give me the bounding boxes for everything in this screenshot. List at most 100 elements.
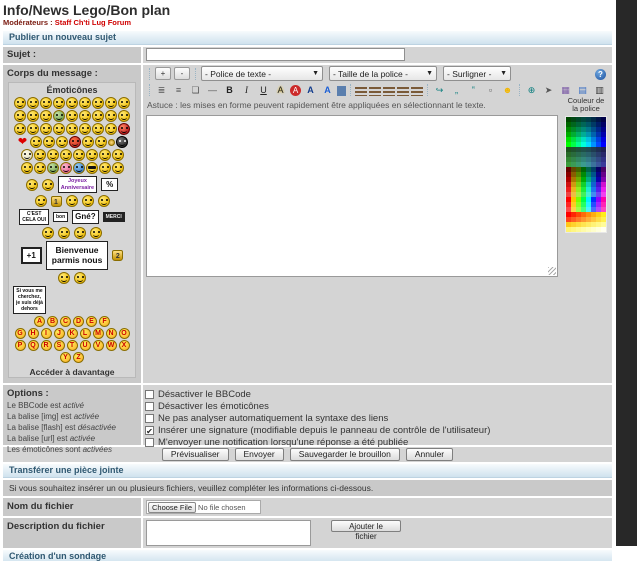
smiley-emoticon[interactable] — [27, 97, 39, 109]
pink-emoticon[interactable] — [60, 162, 72, 174]
code-icon[interactable]: „ — [449, 83, 464, 97]
option-checkbox[interactable]: ✔ — [145, 426, 154, 435]
sign-emoticon[interactable]: Joyeux Anniversaire — [58, 176, 97, 193]
quote-icon[interactable]: ↪ — [432, 83, 447, 97]
angry-emoticon[interactable] — [118, 123, 130, 135]
emoticon-icon[interactable]: ☻ — [500, 83, 515, 97]
option-checkbox[interactable] — [145, 414, 154, 423]
smiley-emoticon[interactable] — [58, 227, 70, 239]
highlight-select[interactable]: - Surligner -▼ — [443, 66, 511, 81]
moderators-link[interactable]: Staff Ch'ti Lug Forum — [55, 18, 131, 27]
letter-emoticon[interactable]: H — [28, 328, 39, 339]
smiley-emoticon[interactable] — [40, 110, 52, 122]
sign-emoticon[interactable]: Gné? — [72, 210, 98, 224]
highlight-block-icon[interactable] — [337, 86, 346, 96]
letter-emoticon[interactable]: X — [119, 340, 130, 351]
smiley-emoticon[interactable] — [118, 97, 130, 109]
paste-icon[interactable]: ❏ — [188, 83, 203, 97]
letter-emoticon[interactable]: E — [86, 316, 97, 327]
smiley-emoticon[interactable] — [92, 97, 104, 109]
font-size-increase-button[interactable]: + — [155, 67, 171, 80]
palette-color-cell[interactable] — [601, 227, 606, 232]
letter-emoticon[interactable]: C — [60, 316, 71, 327]
font-style-icon[interactable]: A — [320, 83, 335, 97]
font-size-decrease-button[interactable]: - — [174, 67, 190, 80]
smiley-emoticon[interactable] — [112, 162, 124, 174]
smiley-emoticon[interactable] — [86, 149, 98, 161]
smiley-emoticon[interactable] — [92, 123, 104, 135]
sign-emoticon[interactable]: MERCI — [103, 212, 125, 222]
smiley-emoticon[interactable] — [105, 110, 117, 122]
green-emoticon[interactable] — [47, 162, 59, 174]
heart-emoticon[interactable]: ❤ — [17, 136, 29, 148]
option-checkbox[interactable] — [145, 438, 154, 447]
file-description-textarea[interactable] — [146, 520, 311, 546]
smiley-emoticon[interactable] — [40, 97, 52, 109]
letter-emoticon[interactable]: K — [67, 328, 78, 339]
coin-emoticon[interactable] — [108, 139, 115, 146]
dark-emoticon[interactable] — [116, 136, 128, 148]
pale-emoticon[interactable] — [21, 149, 33, 161]
smiley-emoticon[interactable] — [66, 110, 78, 122]
smiley-emoticon[interactable] — [53, 97, 65, 109]
letter-emoticon[interactable]: Z — [73, 352, 84, 363]
smiley-emoticon[interactable] — [58, 272, 70, 284]
letter-emoticon[interactable]: T — [67, 340, 78, 351]
letter-emoticon[interactable]: P — [15, 340, 26, 351]
letter-emoticon[interactable]: J — [54, 328, 65, 339]
smiley-emoticon[interactable] — [95, 136, 107, 148]
smiley-emoticon[interactable] — [79, 123, 91, 135]
letter-emoticon[interactable]: S — [54, 340, 65, 351]
smiley-emoticon[interactable] — [74, 272, 86, 284]
remove-format-icon[interactable]: A — [290, 85, 301, 96]
smiley-emoticon[interactable] — [99, 162, 111, 174]
smiley-emoticon[interactable] — [30, 136, 42, 148]
more-emoticons-link[interactable]: Accéder à davantage d'émoticônes — [9, 367, 135, 378]
link-icon[interactable]: ⊕ — [524, 83, 539, 97]
smiley-emoticon[interactable] — [34, 149, 46, 161]
smiley-emoticon[interactable] — [73, 149, 85, 161]
letter-emoticon[interactable]: V — [93, 340, 104, 351]
sign-emoticon[interactable]: +1 — [21, 247, 42, 265]
smiley-emoticon[interactable] — [98, 195, 110, 207]
letter-emoticon[interactable]: I — [41, 328, 52, 339]
smiley-emoticon[interactable] — [27, 110, 39, 122]
video-icon[interactable]: ▥ — [592, 83, 607, 97]
horizontal-rule-icon[interactable]: — — [205, 83, 220, 97]
smiley-emoticon[interactable] — [66, 195, 78, 207]
smiley-emoticon[interactable] — [82, 195, 94, 207]
letter-emoticon[interactable]: A — [34, 316, 45, 327]
flash-icon[interactable]: ▤ — [575, 83, 590, 97]
trophy-emoticon[interactable]: 2 — [112, 250, 123, 261]
inline-code-icon[interactable]: ‟ — [466, 83, 481, 97]
smiley-emoticon[interactable] — [99, 149, 111, 161]
option-checkbox[interactable] — [145, 390, 154, 399]
smiley-emoticon[interactable] — [92, 110, 104, 122]
smiley-emoticon[interactable] — [112, 149, 124, 161]
smiley-emoticon[interactable] — [27, 123, 39, 135]
smiley-emoticon[interactable] — [53, 123, 65, 135]
smiley-emoticon[interactable] — [35, 195, 47, 207]
devil-emoticon[interactable] — [69, 136, 81, 148]
letter-emoticon[interactable]: M — [93, 328, 104, 339]
smiley-emoticon[interactable] — [118, 110, 130, 122]
unordered-list-icon[interactable]: ≣ — [154, 83, 169, 97]
align-left-icon[interactable] — [355, 87, 367, 96]
smiley-emoticon[interactable] — [42, 179, 54, 191]
smiley-emoticon[interactable] — [79, 110, 91, 122]
subject-input[interactable] — [146, 48, 405, 61]
trophy-emoticon[interactable]: 1 — [51, 196, 62, 207]
ordered-list-icon[interactable]: ≡ — [171, 83, 186, 97]
smiley-emoticon[interactable] — [40, 123, 52, 135]
font-family-select[interactable]: - Police de texte -▼ — [201, 66, 323, 81]
align-justify-icon[interactable] — [397, 87, 409, 96]
smiley-emoticon[interactable] — [26, 179, 38, 191]
smiley-emoticon[interactable] — [66, 97, 78, 109]
smiley-emoticon[interactable] — [21, 162, 33, 174]
letter-emoticon[interactable]: R — [41, 340, 52, 351]
cursor-icon[interactable]: ➤ — [541, 83, 556, 97]
smiley-emoticon[interactable] — [14, 110, 26, 122]
letter-emoticon[interactable]: U — [80, 340, 91, 351]
letter-emoticon[interactable]: Y — [60, 352, 71, 363]
letter-emoticon[interactable]: O — [119, 328, 130, 339]
